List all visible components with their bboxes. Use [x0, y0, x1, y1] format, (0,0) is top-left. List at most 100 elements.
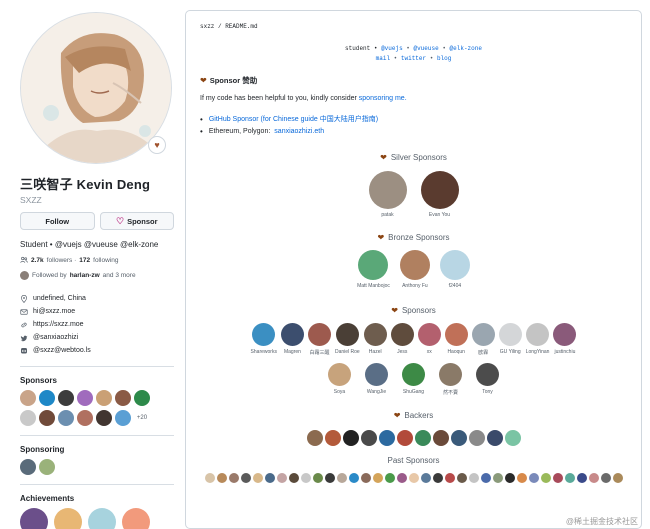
sponsor-avatar[interactable] [399, 250, 430, 280]
mail-link[interactable]: mail [376, 55, 390, 62]
sponsor-avatar[interactable] [280, 323, 304, 346]
sponsor-item[interactable]: Daniel Roe [335, 323, 360, 356]
sponsor-avatar[interactable] [20, 390, 36, 406]
past-sponsor-avatar[interactable] [264, 473, 275, 483]
sponsor-avatar[interactable] [96, 410, 112, 426]
past-sponsor-avatar[interactable] [576, 473, 587, 483]
past-sponsor-avatar[interactable] [348, 473, 359, 483]
past-sponsor-avatar[interactable] [528, 473, 539, 483]
sponsor-item[interactable]: 然不賣 [439, 363, 462, 396]
past-sponsor-avatar[interactable] [384, 473, 395, 483]
twitter-readme-link[interactable]: twitter [401, 55, 426, 62]
achievement-badge[interactable] [122, 508, 150, 529]
past-sponsor-avatar[interactable] [240, 473, 251, 483]
sponsor-avatar[interactable] [553, 323, 577, 346]
past-sponsor-avatar[interactable] [516, 473, 527, 483]
sponsoring-avatar[interactable] [20, 459, 36, 475]
sponsor-item[interactable]: GU Yiling [498, 323, 522, 356]
sponsor-item[interactable]: patak [368, 171, 407, 218]
sponsor-item[interactable]: 欧霖 [471, 323, 495, 356]
sponsor-item[interactable]: Hazel [363, 323, 387, 356]
backer-avatar[interactable] [486, 430, 503, 446]
sponsor-avatar[interactable] [39, 390, 55, 406]
past-sponsor-avatar[interactable] [372, 473, 383, 483]
past-sponsor-avatar[interactable] [540, 473, 551, 483]
past-sponsor-avatar[interactable] [252, 473, 263, 483]
achievement-badge[interactable] [20, 508, 48, 529]
sponsor-avatar[interactable] [471, 323, 495, 346]
followed-by-user[interactable]: harlan-zw [70, 272, 100, 279]
sponsor-item[interactable]: Evan You [420, 171, 459, 218]
elk-zone-link[interactable]: @elk-zone [450, 45, 482, 52]
blog-link[interactable]: blog [437, 55, 451, 62]
past-sponsor-avatar[interactable] [360, 473, 371, 483]
sponsor-avatar[interactable] [439, 250, 470, 280]
past-sponsor-avatar[interactable] [432, 473, 443, 483]
website-link[interactable]: https://sxzz.moe [33, 321, 84, 328]
backer-avatar[interactable] [324, 430, 341, 446]
sponsor-item[interactable]: LongYinan [526, 323, 549, 356]
sponsor-avatar[interactable] [390, 323, 414, 346]
achievement-badge[interactable] [54, 508, 82, 529]
sponsor-avatar[interactable] [335, 323, 359, 346]
sponsor-avatar[interactable] [134, 390, 150, 406]
sponsor-avatar[interactable] [402, 363, 425, 386]
past-sponsor-avatar[interactable] [228, 473, 239, 483]
more-sponsors-count[interactable]: +20 [134, 410, 150, 426]
sponsor-avatar[interactable] [420, 171, 459, 209]
mastodon-link[interactable]: @sxzz@webtoo.ls [33, 347, 91, 354]
past-sponsor-avatar[interactable] [504, 473, 515, 483]
past-sponsor-avatar[interactable] [564, 473, 575, 483]
sponsor-item[interactable]: Shareworks [251, 323, 277, 356]
past-sponsor-avatar[interactable] [300, 473, 311, 483]
sponsor-item[interactable]: justinchiu [553, 323, 577, 356]
sponsor-avatar[interactable] [365, 363, 388, 386]
past-sponsor-avatar[interactable] [420, 473, 431, 483]
status-emoji-icon[interactable]: ♥ [148, 136, 166, 154]
sponsor-avatar[interactable] [115, 390, 131, 406]
past-sponsor-avatar[interactable] [288, 473, 299, 483]
past-sponsor-avatar[interactable] [468, 473, 479, 483]
past-sponsor-avatar[interactable] [552, 473, 563, 483]
backer-avatar[interactable] [378, 430, 395, 446]
past-sponsor-avatar[interactable] [336, 473, 347, 483]
sponsor-item[interactable]: Magren [280, 323, 304, 356]
sponsor-avatar[interactable] [58, 410, 74, 426]
sponsor-item[interactable]: Anthony Fu [399, 250, 430, 289]
sponsoring-avatar[interactable] [39, 459, 55, 475]
sponsor-avatar[interactable] [439, 363, 462, 386]
past-sponsor-avatar[interactable] [324, 473, 335, 483]
sponsor-avatar[interactable] [39, 410, 55, 426]
sponsor-avatar[interactable] [498, 323, 522, 346]
email-link[interactable]: hi@sxzz.moe [33, 308, 75, 315]
follower-avatar[interactable] [20, 271, 29, 280]
sponsoring-me-link[interactable]: sponsoring me. [359, 95, 407, 102]
backer-avatar[interactable] [360, 430, 377, 446]
sponsor-avatar[interactable] [252, 323, 276, 346]
sponsor-item[interactable]: Haoqun [444, 323, 468, 356]
backer-avatar[interactable] [504, 430, 521, 446]
past-sponsor-avatar[interactable] [216, 473, 227, 483]
past-sponsor-avatar[interactable] [276, 473, 287, 483]
github-sponsor-link[interactable]: GitHub Sponsor (for Chinese guide 中国大陆用户… [209, 114, 378, 124]
sponsor-item[interactable]: Soya [328, 363, 351, 396]
sponsor-avatar[interactable] [363, 323, 387, 346]
backer-avatar[interactable] [468, 430, 485, 446]
sponsor-avatar[interactable] [307, 323, 331, 346]
followers-label[interactable]: followers · [47, 257, 77, 264]
past-sponsor-avatar[interactable] [444, 473, 455, 483]
sponsor-avatar[interactable] [77, 390, 93, 406]
eth-address-link[interactable]: sanxiaozhizi.eth [274, 128, 324, 135]
sponsor-avatar[interactable] [58, 390, 74, 406]
sponsor-avatar[interactable] [96, 390, 112, 406]
sponsor-item[interactable]: Tony [476, 363, 499, 396]
following-label[interactable]: following [93, 257, 118, 264]
readme-path[interactable]: sxzz / README.md [200, 23, 258, 30]
sponsor-avatar[interactable] [417, 323, 441, 346]
past-sponsor-avatar[interactable] [612, 473, 623, 483]
followers-count[interactable]: 2.7k [31, 257, 44, 264]
sponsor-avatar[interactable] [444, 323, 468, 346]
follow-button[interactable]: Follow [20, 212, 95, 230]
sponsor-avatar[interactable] [476, 363, 499, 386]
past-sponsor-avatar[interactable] [456, 473, 467, 483]
